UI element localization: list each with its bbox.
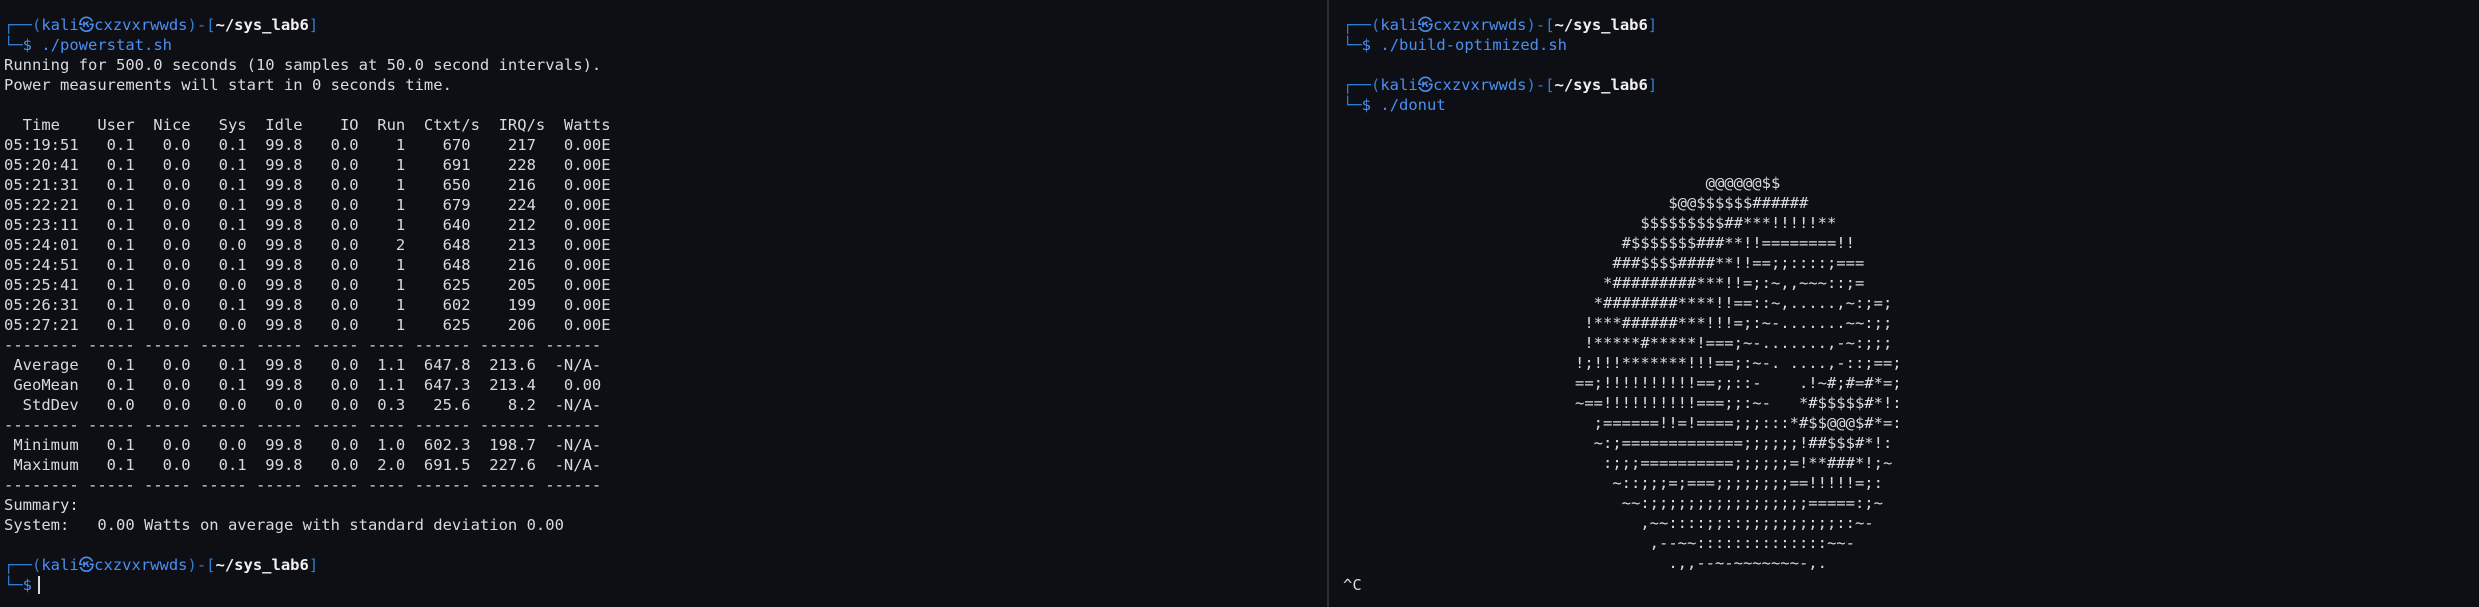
prompt-header: ┌──(kali㉿cxzvxrwwds)-[~/sys_lab6] xyxy=(4,15,1327,35)
active-command-line[interactable]: └─$ xyxy=(4,575,1327,595)
output-line: Maximum 0.1 0.0 0.1 99.8 0.0 2.0 691.5 2… xyxy=(4,456,602,474)
output-line: 05:19:51 0.1 0.0 0.1 99.8 0.0 1 670 217 … xyxy=(4,136,611,154)
command-line: └─$ ./build-optimized.sh xyxy=(1343,35,2479,55)
donut-row: ,--~~::::::::::::::~~- xyxy=(1575,534,1855,552)
donut-row: ~~:;;;;;;;;;;;;;;;;;=====:;~ xyxy=(1575,494,1883,512)
command-line: └─$ ./donut xyxy=(1343,95,2479,115)
prompt-close: ] xyxy=(308,556,319,574)
prompt-corner: ┌──( xyxy=(4,556,42,574)
command-text: ./powerstat.sh xyxy=(41,36,173,54)
prompt-corner: └─ xyxy=(4,36,23,54)
prompt-corner: └─ xyxy=(1343,96,1362,114)
prompt-close: ] xyxy=(1647,16,1658,34)
donut-row: ~:;=============;;;;;;!##$$$#*!: xyxy=(1575,434,1893,452)
output-line: Summary: xyxy=(4,496,79,514)
prompt-corner: ┌──( xyxy=(4,16,42,34)
output-line: Average 0.1 0.0 0.1 99.8 0.0 1.1 647.8 2… xyxy=(4,356,602,374)
prompt-dollar: $ xyxy=(22,36,33,54)
donut-row: !;!!!*******!!!==;:~-. ....,-::;==; xyxy=(1575,354,1902,372)
donut-row: ;======!!=!====;;;:::*#$$@@@$#*=: xyxy=(1575,414,1902,432)
command-text: ./donut xyxy=(1380,96,1446,114)
output-line: Power measurements will start in 0 secon… xyxy=(4,76,452,94)
prompt-separator: )-[ xyxy=(187,16,216,34)
prompt-at-symbol: ㉿ xyxy=(1417,16,1434,34)
donut-ascii-art: @@@@@@$$ $@@$$$$$$###### $$$$$$$$$##***!… xyxy=(1575,173,1902,573)
prompt-separator: )-[ xyxy=(1526,76,1555,94)
donut-row: ###$$$$####**!!==;;::::;=== xyxy=(1575,254,1865,272)
prompt-dollar: $ xyxy=(22,576,33,594)
text-cursor[interactable] xyxy=(38,576,41,594)
output-line: Running for 500.0 seconds (10 samples at… xyxy=(4,56,602,74)
prompt-corner: └─ xyxy=(1343,36,1362,54)
prompt-corner: ┌──( xyxy=(1343,76,1381,94)
donut-row: ,~~::::;;::;;;;;;;;;;::~- xyxy=(1575,514,1874,532)
output-line: Minimum 0.1 0.0 0.0 99.8 0.0 1.0 602.3 1… xyxy=(4,436,602,454)
terminal-pane-left[interactable]: ┌──(kali㉿cxzvxrwwds)-[~/sys_lab6] └─$ ./… xyxy=(0,0,1327,607)
prompt-path: ~/sys_lab6 xyxy=(1554,16,1648,34)
donut-row: @@@@@@$$ xyxy=(1575,174,1781,192)
prompt-header: ┌──(kali㉿cxzvxrwwds)-[~/sys_lab6] xyxy=(1343,75,2479,95)
prompt-corner: ┌──( xyxy=(1343,16,1381,34)
prompt-at-symbol: ㉿ xyxy=(78,16,95,34)
donut-row: ~::;;;=;===;;;;;;;;==!!!!!=;: xyxy=(1575,474,1883,492)
prompt-at-symbol: ㉿ xyxy=(78,556,95,574)
terminal-pane-right[interactable]: ┌──(kali㉿cxzvxrwwds)-[~/sys_lab6] └─$ ./… xyxy=(1329,0,2479,607)
output-line: 05:20:41 0.1 0.0 0.1 99.8 0.0 1 691 228 … xyxy=(4,156,611,174)
donut-row: ~==!!!!!!!!!!===;;:~- *#$$$$$#*!: xyxy=(1575,394,1902,412)
prompt-dollar: $ xyxy=(1361,36,1372,54)
output-line: 05:23:11 0.1 0.0 0.1 99.8 0.0 1 640 212 … xyxy=(4,216,611,234)
powerstat-output: Running for 500.0 seconds (10 samples at… xyxy=(4,55,1327,535)
donut-row: *########****!!==::~,.....,~:;=; xyxy=(1575,294,1893,312)
prompt-path: ~/sys_lab6 xyxy=(215,16,309,34)
prompt-corner: └─ xyxy=(4,576,23,594)
prompt-host: cxzvxrwwds xyxy=(1433,16,1527,34)
donut-row: !*****#*****!===;~-.......,-~:;;; xyxy=(1575,334,1893,352)
donut-row: .,,--~-~~~~~~~-,. xyxy=(1575,554,1827,572)
interrupt-signal: ^C xyxy=(1343,576,1362,594)
prompt-host: cxzvxrwwds xyxy=(94,16,188,34)
donut-row: ==;!!!!!!!!!!==;;::- .!~#;#=#*=; xyxy=(1575,374,1902,392)
donut-row: :;;;==========;;;;;;=!**###*!;~ xyxy=(1575,454,1893,472)
prompt-separator: )-[ xyxy=(1526,16,1555,34)
prompt-at-symbol: ㉿ xyxy=(1417,76,1434,94)
output-line: 05:27:21 0.1 0.0 0.0 99.8 0.0 1 625 206 … xyxy=(4,316,611,334)
prompt-user: kali xyxy=(1380,76,1418,94)
prompt-header: ┌──(kali㉿cxzvxrwwds)-[~/sys_lab6] xyxy=(4,555,1327,575)
terminal-window[interactable]: ┌──(kali㉿cxzvxrwwds)-[~/sys_lab6] └─$ ./… xyxy=(0,0,2479,607)
output-line: -------- ----- ----- ----- ----- ----- -… xyxy=(4,336,602,354)
prompt-host: cxzvxrwwds xyxy=(1433,76,1527,94)
output-line: GeoMean 0.1 0.0 0.1 99.8 0.0 1.1 647.3 2… xyxy=(4,376,602,394)
command-text: ./build-optimized.sh xyxy=(1380,36,1567,54)
prompt-user: kali xyxy=(41,556,79,574)
output-line: Time User Nice Sys Idle IO Run Ctxt/s IR… xyxy=(4,116,611,134)
donut-row: $@@$$$$$$###### xyxy=(1575,194,1809,212)
output-line: -------- ----- ----- ----- ----- ----- -… xyxy=(4,416,602,434)
output-line: 05:25:41 0.1 0.0 0.0 99.8 0.0 1 625 205 … xyxy=(4,276,611,294)
output-line: -------- ----- ----- ----- ----- ----- -… xyxy=(4,476,602,494)
prompt-dollar: $ xyxy=(1361,96,1372,114)
donut-row: *#########***!!=;:~,,~~~::;= xyxy=(1575,274,1865,292)
output-line: 05:22:21 0.1 0.0 0.1 99.8 0.0 1 679 224 … xyxy=(4,196,611,214)
output-line: 05:24:51 0.1 0.0 0.1 99.8 0.0 1 648 216 … xyxy=(4,256,611,274)
prompt-user: kali xyxy=(41,16,79,34)
output-line: 05:26:31 0.1 0.0 0.1 99.8 0.0 1 602 199 … xyxy=(4,296,611,314)
output-line: 05:21:31 0.1 0.0 0.1 99.8 0.0 1 650 216 … xyxy=(4,176,611,194)
prompt-path: ~/sys_lab6 xyxy=(215,556,309,574)
donut-row: !***######***!!!=;:~-.......~~:;; xyxy=(1575,314,1893,332)
prompt-header: ┌──(kali㉿cxzvxrwwds)-[~/sys_lab6] xyxy=(1343,15,2479,35)
output-line: StdDev 0.0 0.0 0.0 0.0 0.0 0.3 25.6 8.2 … xyxy=(4,396,602,414)
prompt-host: cxzvxrwwds xyxy=(94,556,188,574)
prompt-close: ] xyxy=(1647,76,1658,94)
prompt-close: ] xyxy=(308,16,319,34)
donut-row: $$$$$$$$$##***!!!!!** xyxy=(1575,214,1837,232)
prompt-user: kali xyxy=(1380,16,1418,34)
prompt-path: ~/sys_lab6 xyxy=(1554,76,1648,94)
command-line: └─$ ./powerstat.sh xyxy=(4,35,1327,55)
output-line: System: 0.00 Watts on average with stand… xyxy=(4,516,564,534)
donut-row: #$$$$$$$###**!!========!! xyxy=(1575,234,1855,252)
output-line: 05:24:01 0.1 0.0 0.0 99.8 0.0 2 648 213 … xyxy=(4,236,611,254)
prompt-separator: )-[ xyxy=(187,556,216,574)
